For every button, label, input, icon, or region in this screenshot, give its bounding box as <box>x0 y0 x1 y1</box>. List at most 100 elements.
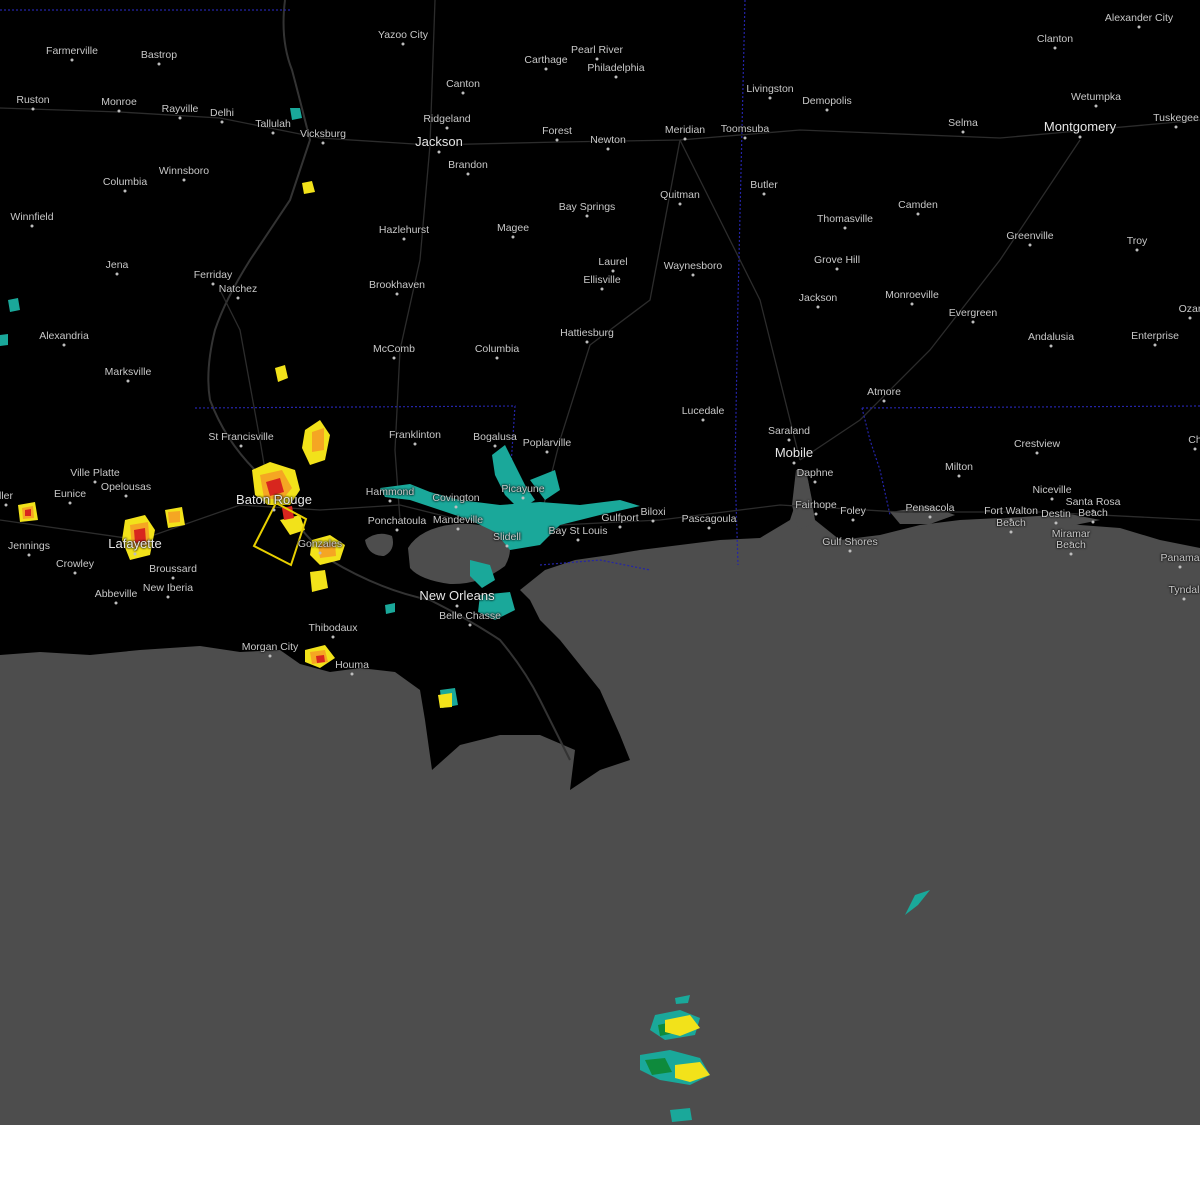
city-marker <box>813 480 817 484</box>
city-marker <box>787 438 791 442</box>
city-marker <box>1178 565 1182 569</box>
city-marker <box>123 189 127 193</box>
city-marker <box>115 272 119 276</box>
city-marker <box>70 58 74 62</box>
city-marker <box>576 538 580 542</box>
page-footer <box>0 1125 1200 1200</box>
city-marker <box>468 623 472 627</box>
city-marker <box>614 75 618 79</box>
city-marker <box>454 505 458 509</box>
city-marker <box>957 474 961 478</box>
city-marker <box>461 91 465 95</box>
city-marker <box>1193 447 1197 451</box>
city-marker <box>68 501 72 505</box>
city-marker <box>814 512 818 516</box>
city-marker <box>600 287 604 291</box>
city-marker <box>466 172 470 176</box>
city-marker <box>268 654 272 658</box>
city-marker <box>835 267 839 271</box>
city-marker <box>401 42 405 46</box>
city-marker <box>606 147 610 151</box>
city-marker <box>30 224 34 228</box>
city-marker <box>395 292 399 296</box>
city-marker <box>928 515 932 519</box>
city-marker <box>618 525 622 529</box>
city-marker <box>792 461 796 465</box>
city-marker <box>318 551 322 555</box>
city-marker <box>402 237 406 241</box>
city-marker <box>910 302 914 306</box>
city-marker <box>495 356 499 360</box>
city-marker <box>126 379 130 383</box>
city-marker <box>388 499 392 503</box>
city-marker <box>239 444 243 448</box>
city-marker <box>395 528 399 532</box>
city-marker <box>1053 46 1057 50</box>
city-marker <box>1009 530 1013 534</box>
city-marker <box>545 450 549 454</box>
city-marker <box>743 136 747 140</box>
city-marker <box>585 214 589 218</box>
city-marker <box>1153 343 1157 347</box>
city-marker <box>768 96 772 100</box>
city-marker <box>178 116 182 120</box>
city-marker <box>413 442 417 446</box>
city-marker <box>321 141 325 145</box>
city-marker <box>595 57 599 61</box>
city-marker <box>117 109 121 113</box>
city-marker <box>1069 541 1073 545</box>
city-marker <box>555 138 559 142</box>
city-marker <box>236 296 240 300</box>
city-marker <box>27 553 31 557</box>
city-marker <box>93 480 97 484</box>
city-marker <box>455 604 459 608</box>
city-marker <box>611 269 615 273</box>
city-marker <box>678 202 682 206</box>
city-marker <box>1137 25 1141 29</box>
city-marker <box>445 126 449 130</box>
city-marker <box>521 496 525 500</box>
city-marker <box>707 526 711 530</box>
city-marker <box>701 418 705 422</box>
radar-map[interactable]: Farmerville Bastrop Yazoo City Carthage Pear… <box>0 0 1200 1125</box>
city-marker <box>272 508 276 512</box>
city-marker <box>971 320 975 324</box>
city-marker <box>350 672 354 676</box>
city-marker <box>691 273 695 277</box>
city-marker <box>493 444 497 448</box>
map-base-layer <box>0 0 1200 1125</box>
city-marker <box>4 503 8 507</box>
city-marker <box>182 178 186 182</box>
city-marker <box>825 108 829 112</box>
city-marker <box>882 399 886 403</box>
city-marker <box>1094 104 1098 108</box>
city-marker <box>585 340 589 344</box>
city-marker <box>1135 248 1139 252</box>
city-marker <box>171 576 175 580</box>
city-marker <box>114 601 118 605</box>
city-marker <box>961 130 965 134</box>
city-marker <box>331 635 335 639</box>
city-marker <box>437 150 441 154</box>
city-marker <box>1049 344 1053 348</box>
city-marker <box>1091 520 1095 524</box>
city-marker <box>848 549 852 553</box>
city-marker <box>1028 243 1032 247</box>
city-marker <box>851 518 855 522</box>
city-marker <box>1069 552 1073 556</box>
city-marker <box>211 282 215 286</box>
city-marker <box>1091 509 1095 513</box>
city-marker <box>762 192 766 196</box>
city-marker <box>683 137 687 141</box>
city-marker <box>1054 521 1058 525</box>
city-marker <box>157 62 161 66</box>
city-marker <box>505 544 509 548</box>
city-marker <box>1188 316 1192 320</box>
city-marker <box>1035 451 1039 455</box>
city-marker <box>1050 497 1054 501</box>
city-marker <box>73 571 77 575</box>
city-marker <box>271 131 275 135</box>
city-marker <box>220 120 224 124</box>
city-marker <box>1009 518 1013 522</box>
city-marker <box>133 552 137 556</box>
